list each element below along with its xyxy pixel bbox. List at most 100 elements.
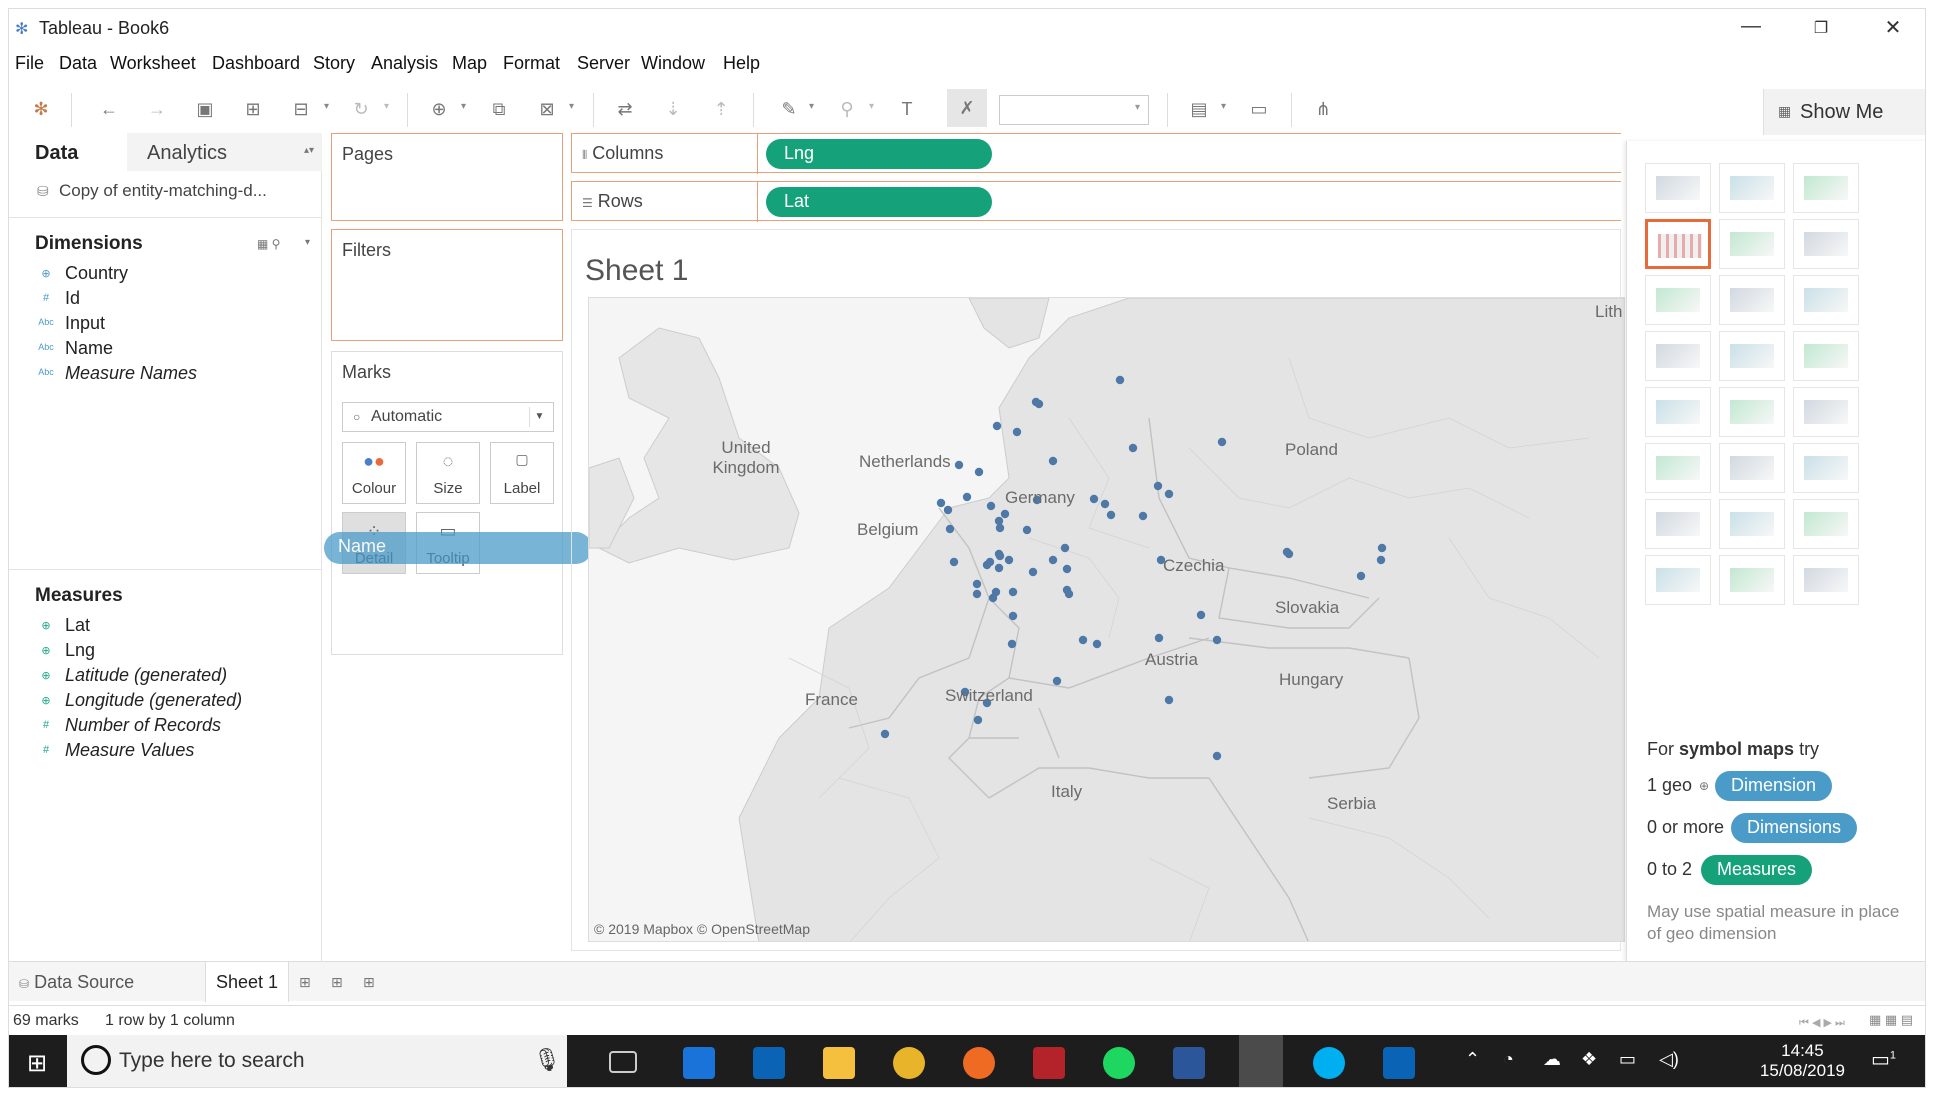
- close-button[interactable]: ✕: [1871, 15, 1915, 41]
- map-mark[interactable]: [1008, 611, 1018, 621]
- map-mark[interactable]: [949, 557, 959, 567]
- map-mark[interactable]: [1100, 499, 1110, 509]
- map-mark[interactable]: [1078, 635, 1088, 645]
- map-mark[interactable]: [1089, 494, 1099, 504]
- show-me-chart-option[interactable]: [1719, 443, 1785, 493]
- menu-story[interactable]: Story: [313, 53, 355, 74]
- menu-worksheet[interactable]: Worksheet: [110, 53, 196, 74]
- show-me-button[interactable]: ▦ Show Me: [1763, 89, 1925, 135]
- field-input[interactable]: Input: [65, 313, 105, 334]
- show-me-chart-option[interactable]: [1719, 219, 1785, 269]
- map-mark[interactable]: [1062, 564, 1072, 574]
- forward-icon[interactable]: →: [145, 97, 169, 121]
- map-mark[interactable]: [995, 523, 1005, 533]
- show-me-chart-option[interactable]: [1719, 387, 1785, 437]
- map-mark[interactable]: [1377, 543, 1387, 553]
- field-lat[interactable]: Lat: [65, 615, 90, 636]
- map-mark[interactable]: [1154, 633, 1164, 643]
- fit-dropdown[interactable]: ▾: [999, 95, 1149, 125]
- map-mark[interactable]: [1164, 489, 1174, 499]
- map-mark[interactable]: [1064, 589, 1074, 599]
- map-mark[interactable]: [954, 460, 964, 470]
- group-icon[interactable]: ⚲: [835, 97, 859, 121]
- new-worksheet-tab-icon[interactable]: ⊞: [299, 974, 311, 991]
- map-mark[interactable]: [1000, 509, 1010, 519]
- tableau-taskbar-icon[interactable]: [1239, 1035, 1283, 1087]
- map-mark[interactable]: [1028, 567, 1038, 577]
- field-name[interactable]: Name: [65, 338, 113, 359]
- map-mark[interactable]: [1012, 427, 1022, 437]
- new-worksheet-icon[interactable]: ⊕: [427, 97, 451, 121]
- columns-shelf[interactable]: ⦀ Columns Lng: [571, 133, 1621, 174]
- show-me-chart-option[interactable]: [1793, 443, 1859, 493]
- map-mark[interactable]: [972, 579, 982, 589]
- map-mark[interactable]: [1004, 555, 1014, 565]
- lat-pill[interactable]: Lat: [766, 187, 992, 217]
- map-mark[interactable]: [1284, 549, 1294, 559]
- menu-analysis[interactable]: Analysis: [371, 53, 438, 74]
- map-mark[interactable]: [1022, 525, 1032, 535]
- firefox-icon[interactable]: [963, 1047, 995, 1079]
- show-me-chart-option[interactable]: [1793, 163, 1859, 213]
- menu-file[interactable]: File: [15, 53, 44, 74]
- new-story-tab-icon[interactable]: ⊞: [363, 974, 375, 991]
- chrome-icon[interactable]: [893, 1047, 925, 1079]
- field-lng[interactable]: Lng: [65, 640, 95, 661]
- field-country[interactable]: Country: [65, 263, 128, 284]
- dimensions-menu-icon[interactable]: ▾: [305, 237, 310, 248]
- view-toggle-icon[interactable]: ▦ ▦ ▤: [1869, 1012, 1913, 1028]
- sort-descending-icon[interactable]: ⇡: [709, 97, 733, 121]
- map-mark[interactable]: [936, 498, 946, 508]
- map-mark[interactable]: [1034, 399, 1044, 409]
- duplicate-icon[interactable]: ⧉: [487, 97, 511, 121]
- tab-data-source[interactable]: ⛁ Data Source: [9, 962, 205, 1002]
- show-me-chart-option[interactable]: [1719, 555, 1785, 605]
- show-me-chart-option[interactable]: [1645, 555, 1711, 605]
- map-mark[interactable]: [1106, 510, 1116, 520]
- windows-start-icon[interactable]: ⊞: [27, 1049, 47, 1078]
- menu-format[interactable]: Format: [503, 53, 560, 74]
- field-number-of-records[interactable]: Number of Records: [65, 715, 221, 736]
- show-cards-icon[interactable]: ▤: [1187, 97, 1211, 121]
- map-mark[interactable]: [974, 467, 984, 477]
- refresh-icon[interactable]: ↻: [349, 97, 373, 121]
- map-mark[interactable]: [1153, 481, 1163, 491]
- field-latitude-generated[interactable]: Latitude (generated): [65, 665, 227, 686]
- datasource-name[interactable]: Copy of entity-matching-d...: [59, 181, 267, 201]
- wifi-icon[interactable]: ◔: [1503, 1049, 1514, 1070]
- word-icon[interactable]: [1173, 1047, 1205, 1079]
- show-me-chart-option[interactable]: [1645, 499, 1711, 549]
- show-labels-icon[interactable]: T: [895, 97, 919, 121]
- pause-updates-icon[interactable]: ⊟: [289, 97, 313, 121]
- field-id[interactable]: Id: [65, 288, 80, 309]
- label-button[interactable]: ▢ Label: [490, 442, 554, 504]
- show-me-chart-option[interactable]: [1645, 387, 1711, 437]
- map-mark[interactable]: [1128, 443, 1138, 453]
- clear-sheet-icon[interactable]: ⊠: [535, 97, 559, 121]
- sort-ascending-icon[interactable]: ⇣: [661, 97, 685, 121]
- menu-help[interactable]: Help: [723, 53, 760, 74]
- show-me-chart-option[interactable]: [1793, 555, 1859, 605]
- map-mark[interactable]: [1217, 437, 1227, 447]
- field-longitude-generated[interactable]: Longitude (generated): [65, 690, 242, 711]
- show-me-chart-option[interactable]: [1645, 219, 1711, 269]
- colour-button[interactable]: ●● Colour: [342, 442, 406, 504]
- map-mark[interactable]: [1376, 555, 1386, 565]
- map-mark[interactable]: [1212, 635, 1222, 645]
- show-me-chart-option[interactable]: [1645, 443, 1711, 493]
- dropbox-icon[interactable]: ❖: [1581, 1049, 1597, 1070]
- restore-button[interactable]: ❐: [1799, 18, 1843, 44]
- map-mark[interactable]: [1196, 610, 1206, 620]
- show-me-chart-option[interactable]: [1793, 275, 1859, 325]
- lng-pill[interactable]: Lng: [766, 139, 992, 169]
- tab-sheet-1[interactable]: Sheet 1: [205, 962, 289, 1002]
- back-icon[interactable]: ←: [97, 97, 121, 121]
- mark-type-dropdown[interactable]: ○ Automatic ▼: [342, 402, 554, 432]
- map-mark[interactable]: [972, 589, 982, 599]
- skype-icon[interactable]: [1313, 1047, 1345, 1079]
- show-me-chart-option[interactable]: [1719, 331, 1785, 381]
- map-mark[interactable]: [1115, 375, 1125, 385]
- menu-data[interactable]: Data: [59, 53, 97, 74]
- map-mark[interactable]: [1008, 587, 1018, 597]
- map-mark[interactable]: [1092, 639, 1102, 649]
